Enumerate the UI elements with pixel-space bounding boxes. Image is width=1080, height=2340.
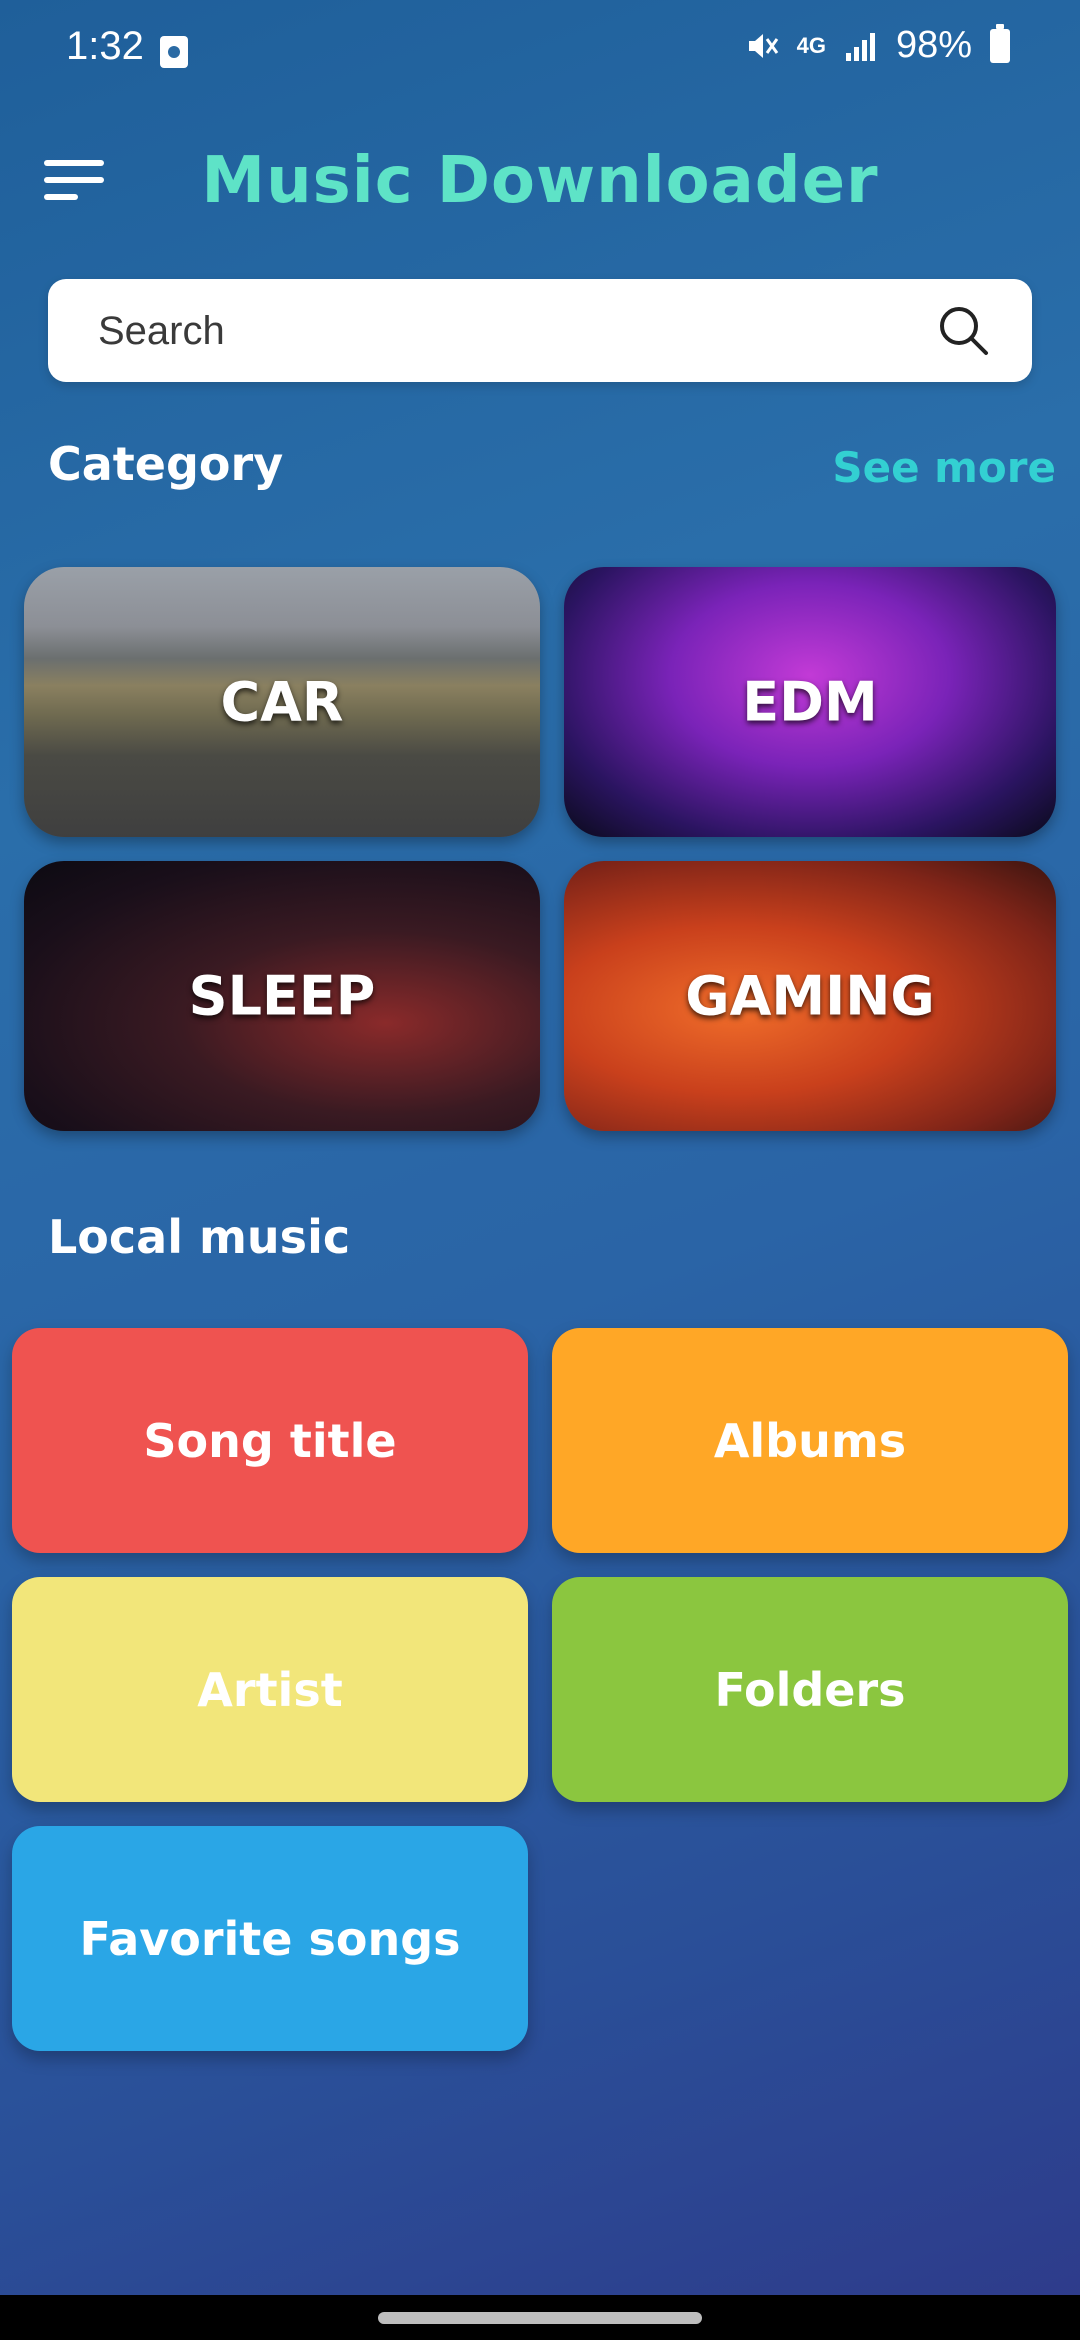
artist-button[interactable]: Artist: [12, 1577, 528, 1802]
search-input[interactable]: [96, 279, 940, 384]
category-card-edm[interactable]: EDM: [564, 567, 1056, 837]
song-title-label: Song title: [143, 1413, 397, 1468]
category-label: EDM: [742, 670, 878, 734]
home-indicator[interactable]: [378, 2312, 702, 2324]
category-card-car[interactable]: CAR: [24, 567, 540, 837]
category-label: SLEEP: [188, 964, 376, 1028]
albums-label: Albums: [713, 1413, 907, 1468]
category-heading: Category: [48, 437, 284, 491]
song-title-button[interactable]: Song title: [12, 1328, 528, 1553]
app-header: Music Downloader: [0, 130, 1080, 240]
status-bar: 1:32 4G 98%: [0, 0, 1080, 100]
signal-icon: [845, 32, 875, 61]
app-title: Music Downloader: [201, 144, 879, 218]
search-icon[interactable]: [938, 305, 990, 357]
local-music-heading: Local music: [48, 1210, 351, 1264]
status-indicators: 4G 98%: [745, 23, 1010, 67]
category-label: GAMING: [685, 964, 935, 1028]
app-notification-icon: [160, 36, 188, 68]
folders-button[interactable]: Folders: [552, 1577, 1068, 1802]
status-time: 1:32: [66, 24, 144, 68]
artist-label: Artist: [197, 1662, 343, 1717]
favorite-songs-label: Favorite songs: [79, 1911, 461, 1966]
mute-icon: [748, 33, 778, 58]
folders-label: Folders: [714, 1662, 906, 1717]
favorite-songs-button[interactable]: Favorite songs: [12, 1826, 528, 2051]
network-type-label: 4G: [796, 32, 826, 58]
battery-icon: [990, 23, 1010, 63]
battery-percent: 98%: [895, 24, 972, 66]
category-card-gaming[interactable]: GAMING: [564, 861, 1056, 1131]
category-card-sleep[interactable]: SLEEP: [24, 861, 540, 1131]
see-more-link[interactable]: See more: [832, 443, 1056, 492]
search-bar[interactable]: [48, 279, 1032, 384]
albums-button[interactable]: Albums: [552, 1328, 1068, 1553]
category-label: CAR: [220, 670, 344, 734]
